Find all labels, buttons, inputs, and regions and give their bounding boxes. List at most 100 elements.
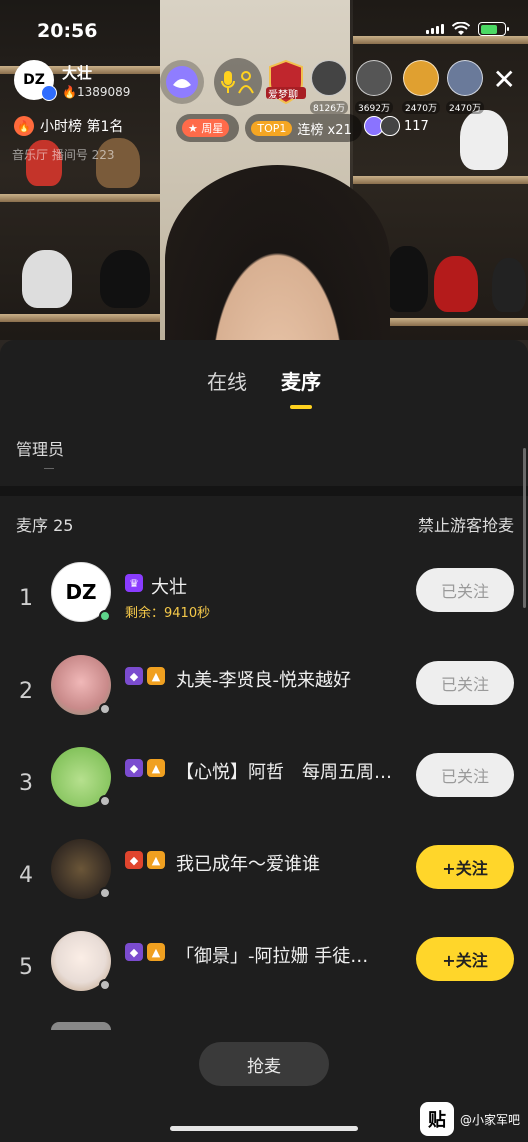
watermark-text: @小家军吧: [459, 1112, 520, 1127]
hourly-rank[interactable]: 🔥 小时榜 第1名: [14, 116, 123, 136]
queue-title: 麦序 25: [16, 516, 74, 535]
level-badge-icon: ◆: [125, 667, 143, 685]
queue-row[interactable]: 4 ◆ ▲ 我已成年～爱谁谁 +关注: [0, 839, 528, 919]
tab-online[interactable]: 在线: [207, 366, 247, 395]
gift-badge-icon: ▲: [147, 667, 165, 685]
viewer-1[interactable]: 8126万: [308, 60, 350, 115]
queue-row-partial: [51, 1022, 111, 1030]
active-tab-indicator: [290, 405, 312, 409]
watermark: 贴 @小家军吧: [419, 1102, 520, 1136]
remaining-time: 剩余：9410秒: [125, 606, 211, 621]
following-button[interactable]: 已关注: [416, 568, 514, 612]
wifi-icon: [452, 22, 470, 35]
viewer-avatar: [356, 60, 392, 96]
queue-number: 2: [19, 679, 33, 704]
voice-link-button[interactable]: [214, 58, 262, 106]
top-rank-tag[interactable]: TOP1 连榜 x21: [245, 114, 362, 142]
home-indicator[interactable]: [170, 1126, 358, 1131]
gift-badge-icon: ▲: [147, 759, 165, 777]
viewer-avatar: [311, 60, 347, 96]
level-badge-icon: ◆: [125, 851, 143, 869]
viewer-avatar: [403, 60, 439, 96]
room-id: 音乐厅 播间号 223: [12, 148, 115, 162]
microphone-people-icon: [221, 71, 254, 94]
viewer-4[interactable]: 2470万: [444, 60, 486, 115]
queue-number: 3: [19, 771, 33, 796]
online-indicator: [99, 610, 111, 622]
grab-mic-button[interactable]: 抢麦: [199, 1042, 329, 1086]
follow-button[interactable]: +关注: [416, 845, 514, 889]
user-name: 大壮: [151, 577, 187, 598]
online-indicator: [99, 703, 111, 715]
gift-badge-icon: ▲: [147, 943, 165, 961]
host-info[interactable]: DZ 大壮 🔥1389089: [14, 60, 131, 101]
viewer-2[interactable]: 3692万: [353, 60, 395, 115]
gift-badge-icon: ▲: [147, 851, 165, 869]
user-name: 我已成年～爱谁谁: [176, 854, 320, 875]
user-badges: ◆ ▲: [125, 759, 165, 777]
online-indicator: [99, 979, 111, 991]
user-name: 【心悦】阿哲 每周五周…: [176, 762, 392, 783]
status-time: 20:56: [37, 20, 98, 42]
mini-avatar: [380, 116, 400, 136]
close-icon[interactable]: ✕: [493, 66, 516, 94]
ban-guest-toggle[interactable]: 禁止游客抢麦: [418, 512, 514, 536]
dream-label: 爱梦聊: [268, 90, 298, 101]
live-video-background: [0, 0, 528, 360]
user-name: 「御景」-阿拉姗 手徒…: [176, 946, 369, 967]
top-rank-text: 连榜 x21: [297, 122, 352, 138]
viewer-value: 2470万: [446, 101, 484, 114]
online-indicator: [99, 795, 111, 807]
queue-number: 4: [19, 863, 33, 888]
fan-club-icon: [166, 66, 198, 98]
queue-row[interactable]: 1 DZ ♛ 大壮 剩余：9410秒 已关注: [0, 562, 528, 642]
admin-empty-dash: [44, 468, 54, 469]
viewer-3[interactable]: 2470万: [400, 60, 442, 115]
viewer-value: 2470万: [402, 101, 440, 114]
top-chip: TOP1: [251, 120, 293, 136]
verified-icon: [41, 85, 57, 101]
viewer-avatar: [447, 60, 483, 96]
user-badges: ◆ ▲: [125, 943, 165, 961]
week-star-tag[interactable]: ★ 周星: [176, 114, 240, 142]
streamer-head: [165, 165, 390, 355]
level-badge-icon: ♛: [125, 574, 143, 592]
level-badge-icon: ◆: [125, 759, 143, 777]
host-avatar-text: DZ: [23, 72, 45, 88]
follow-button[interactable]: +关注: [416, 937, 514, 981]
battery-icon: [478, 22, 509, 36]
queue-row[interactable]: 5 ◆ ▲ 「御景」-阿拉姗 手徒… +关注: [0, 931, 528, 1011]
host-name: 大壮: [62, 63, 93, 82]
tieba-logo-icon: 贴: [419, 1102, 454, 1136]
status-icons: [426, 22, 509, 36]
host-avatar[interactable]: DZ: [14, 60, 57, 101]
queue-number: 1: [19, 586, 33, 611]
user-name: 丸美-李贤良-悦来越好: [176, 670, 351, 691]
user-badges: ◆ ▲: [125, 667, 165, 685]
section-divider: [0, 486, 528, 496]
online-mini[interactable]: 117: [364, 116, 429, 136]
following-button[interactable]: 已关注: [416, 661, 514, 705]
left-shelf: [0, 0, 165, 340]
user-badges: ♛: [125, 574, 143, 592]
tag-row: ★ 周星 TOP1 连榜 x21: [176, 114, 362, 142]
week-star-chip: ★ 周星: [182, 119, 230, 137]
fire-icon: 🔥: [14, 116, 34, 136]
viewer-value: 3692万: [355, 101, 393, 114]
viewer-value: 8126万: [310, 101, 348, 114]
signal-icon: [426, 24, 444, 34]
user-badges: ◆ ▲: [125, 851, 165, 869]
host-heat: 🔥1389089: [62, 84, 131, 99]
queue-row[interactable]: 3 ◆ ▲ 【心悦】阿哲 每周五周… 已关注: [0, 747, 528, 827]
fan-club-button[interactable]: [160, 60, 204, 104]
queue-number: 5: [19, 955, 33, 980]
level-badge-icon: ◆: [125, 943, 143, 961]
online-mini-count: 117: [404, 118, 429, 134]
queue-row[interactable]: 2 ◆ ▲ 丸美-李贤良-悦来越好 已关注: [0, 655, 528, 735]
online-indicator: [99, 887, 111, 899]
admin-label: 管理员: [16, 440, 65, 459]
tab-mic-queue[interactable]: 麦序: [281, 366, 321, 409]
sheet-tabs: 在线 麦序: [0, 366, 528, 409]
following-button[interactable]: 已关注: [416, 753, 514, 797]
hourly-rank-label: 小时榜 第1名: [40, 119, 124, 135]
